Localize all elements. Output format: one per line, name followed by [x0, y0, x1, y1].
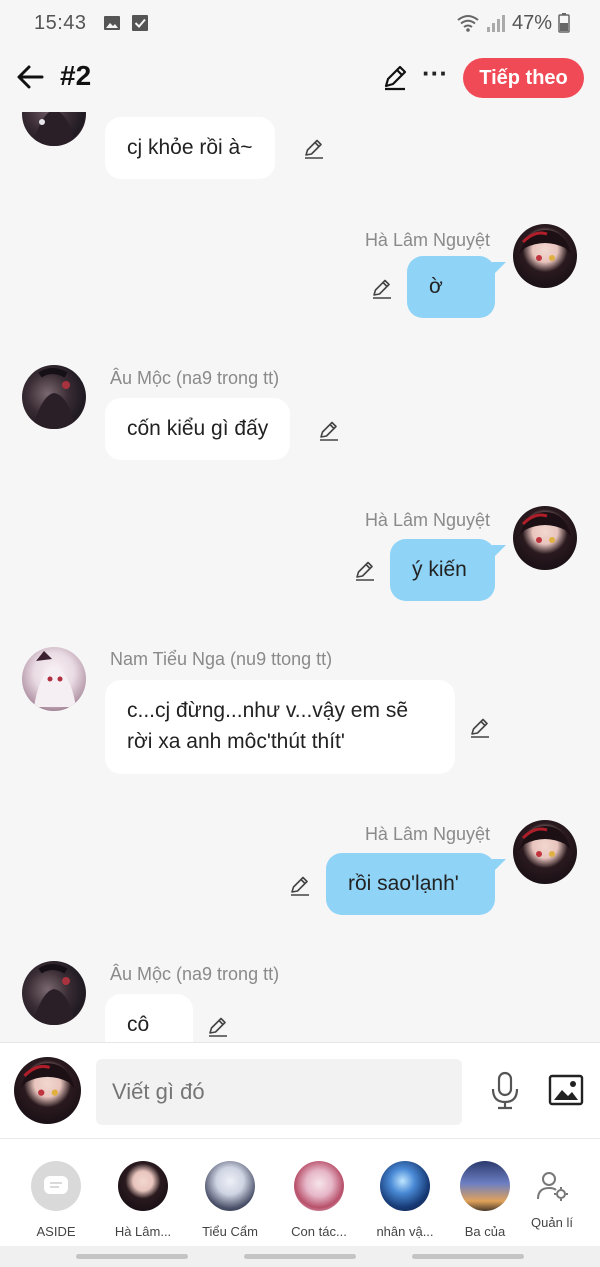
battery-percent: 47% [511, 11, 552, 34]
bubble-tail [492, 262, 506, 276]
strip-item-quan-li[interactable]: Quản lí [512, 1157, 592, 1230]
gallery-notification-icon [103, 16, 120, 30]
sender-name: Âu Mộc (na9 trong tt) [110, 368, 280, 388]
check-notification-icon [131, 15, 148, 31]
strip-item-label: Quản lí [531, 1215, 573, 1230]
strip-item-label: Con tác... [291, 1224, 347, 1239]
message-text: ý kiến [412, 558, 467, 581]
avatar-ha-lam-nguyet[interactable] [513, 506, 577, 570]
manage-user-gear-icon [527, 1161, 577, 1211]
edit-message-icon[interactable] [353, 558, 377, 582]
message-left: cj khỏe rồi à~ [0, 112, 600, 192]
character-strip: ASIDE Hà Lâm... Tiểu Cẩm Con tác... nhân… [0, 1138, 600, 1246]
message-bubble[interactable]: ý kiến [390, 539, 495, 601]
message-right: Hà Lâm Nguyệt ờ [0, 220, 600, 330]
message-text: rồi sao'lạnh' [348, 872, 459, 895]
microphone-icon[interactable] [488, 1071, 522, 1111]
bubble-tail [492, 545, 506, 559]
message-text: cô [127, 1013, 150, 1036]
bubble-tail [492, 859, 506, 873]
message-right: Hà Lâm Nguyệt ý kiến [0, 502, 600, 612]
avatar-au-moc[interactable] [22, 365, 86, 429]
edit-message-icon[interactable] [468, 715, 492, 739]
sender-name: Hà Lâm Nguyệt [364, 510, 490, 530]
edit-message-icon[interactable] [206, 1014, 230, 1038]
message-text: ờ [429, 275, 443, 298]
strip-item-tieu-cam[interactable]: Tiểu Cẩm [190, 1157, 270, 1239]
chat-screen: 15:43 47% #2 ··· Tiếp theo cj khỏe rồi à… [0, 0, 600, 1267]
avatar-au-moc[interactable] [22, 961, 86, 1025]
message-text-line-2: rời xa anh môc'thút thít' [127, 730, 345, 753]
strip-item-aside[interactable]: ASIDE [16, 1157, 96, 1239]
strip-item-label: nhân vậ... [376, 1224, 434, 1239]
avatar-nam-tieu-nga[interactable] [22, 647, 86, 711]
nav-back-pill[interactable] [412, 1254, 524, 1259]
back-arrow-icon[interactable] [14, 60, 48, 94]
edit-message-icon[interactable] [302, 136, 326, 160]
strip-item-con-tac[interactable]: Con tác... [279, 1157, 359, 1239]
status-bar: 15:43 47% [0, 0, 600, 46]
character-avatar [205, 1161, 255, 1211]
avatar-ha-lam-nguyet[interactable] [513, 224, 577, 288]
aside-icon [31, 1161, 81, 1211]
message-input[interactable] [96, 1059, 462, 1125]
sender-name: Hà Lâm Nguyệt [364, 230, 490, 250]
status-time: 15:43 [34, 11, 87, 34]
strip-item-ha-lam[interactable]: Hà Lâm... [103, 1157, 183, 1239]
edit-pencil-icon[interactable] [380, 62, 410, 92]
message-left: Âu Mộc (na9 trong tt) cô [0, 958, 600, 1042]
message-bubble[interactable]: ờ [407, 256, 495, 318]
page-title: #2 [60, 60, 92, 91]
system-nav-bar [0, 1246, 600, 1267]
next-button[interactable]: Tiếp theo [463, 58, 584, 98]
message-left: Nam Tiểu Nga (nu9 ttong tt) c...cj đừng.… [0, 644, 600, 784]
wifi-icon [457, 15, 479, 32]
strip-item-label: Tiểu Cẩm [202, 1224, 258, 1239]
character-avatar [460, 1161, 510, 1211]
edit-message-icon[interactable] [317, 418, 341, 442]
message-text-line-1: c...cj đừng...như v...vậy em sẽ [127, 699, 408, 722]
message-bubble[interactable]: rồi sao'lạnh' [326, 853, 495, 915]
top-bar: #2 ··· Tiếp theo [0, 46, 600, 112]
more-options-icon[interactable]: ··· [420, 60, 450, 92]
message-text: cj khỏe rồi à~ [127, 136, 253, 159]
edit-message-icon[interactable] [370, 276, 394, 300]
chat-area[interactable]: cj khỏe rồi à~ Hà Lâm Nguyệt ờ Âu Mộc (n… [0, 112, 600, 1042]
signal-icon [486, 15, 505, 32]
message-bubble[interactable]: c...cj đừng...như v...vậy em sẽ rời xa a… [105, 680, 455, 774]
message-composer [0, 1042, 600, 1138]
image-icon[interactable] [548, 1073, 584, 1107]
avatar-ha-lam-nguyet[interactable] [513, 820, 577, 884]
message-left: Âu Mộc (na9 trong tt) cốn kiểu gì đấy [0, 362, 600, 472]
sender-name: Âu Mộc (na9 trong tt) [110, 964, 280, 984]
message-right: Hà Lâm Nguyệt rồi sao'lạnh' [0, 816, 600, 926]
character-avatar [380, 1161, 430, 1211]
strip-item-nhan-vat[interactable]: nhân vậ... [365, 1157, 445, 1239]
avatar-au-moc[interactable] [22, 112, 86, 146]
sender-name: Nam Tiểu Nga (nu9 ttong tt) [110, 649, 333, 669]
character-avatar [118, 1161, 168, 1211]
battery-icon [558, 13, 570, 33]
current-character-avatar[interactable] [14, 1057, 81, 1124]
edit-message-icon[interactable] [288, 873, 312, 897]
sender-name: Hà Lâm Nguyệt [364, 824, 490, 844]
strip-item-label: Hà Lâm... [114, 1224, 172, 1239]
status-right: 47% [456, 0, 570, 46]
nav-home-pill[interactable] [244, 1254, 356, 1259]
message-bubble[interactable]: cô [105, 994, 193, 1042]
strip-item-label: ASIDE [36, 1224, 76, 1239]
message-bubble[interactable]: cốn kiểu gì đấy [105, 398, 291, 460]
nav-recents-pill[interactable] [76, 1254, 188, 1259]
message-bubble[interactable]: cj khỏe rồi à~ [105, 117, 275, 179]
message-text: cốn kiểu gì đấy [127, 417, 269, 440]
character-avatar [294, 1161, 344, 1211]
